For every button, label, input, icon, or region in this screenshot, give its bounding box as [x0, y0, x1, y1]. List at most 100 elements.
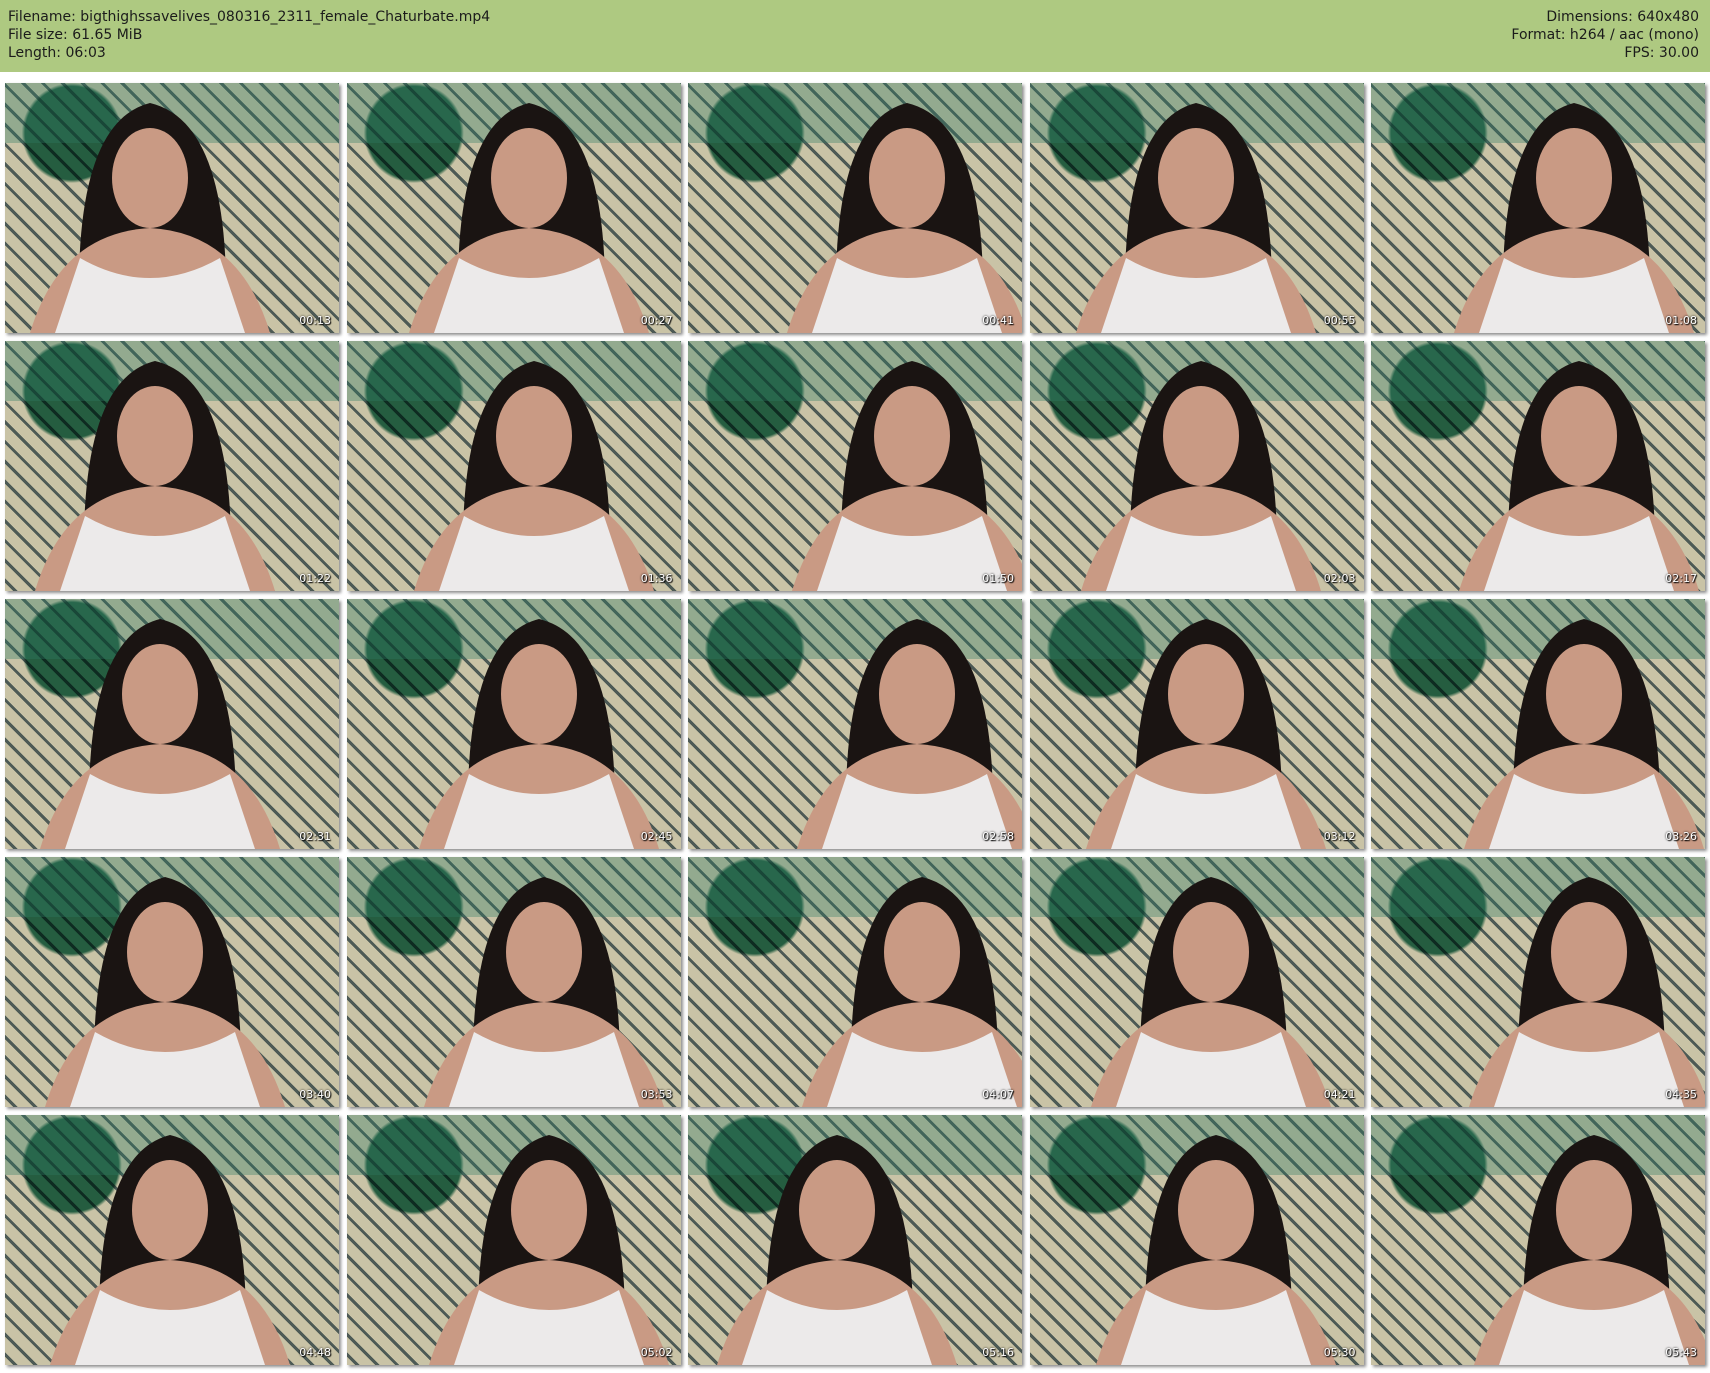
face-shape [1172, 902, 1249, 1002]
video-thumbnail: 04:07 [688, 857, 1022, 1107]
video-thumbnail: 04:35 [1371, 857, 1705, 1107]
face-shape [1536, 128, 1612, 228]
frame-art [5, 857, 339, 1107]
frame-art [688, 341, 1022, 591]
face-shape [495, 386, 572, 486]
timestamp-label: 05:16 [982, 1346, 1014, 1359]
face-shape [1167, 644, 1244, 744]
video-thumbnail: 03:26 [1371, 599, 1705, 849]
timestamp-label: 02:03 [1323, 572, 1356, 585]
video-thumbnail: 02:17 [1371, 341, 1705, 591]
timestamp-label: 00:55 [1323, 314, 1356, 327]
video-thumbnail: 03:40 [5, 857, 339, 1107]
filename-text: Filename: bigthighssavelives_080316_2311… [8, 9, 491, 25]
face-shape [122, 644, 198, 744]
frame-art [346, 341, 681, 591]
length-text: Length: 06:03 [8, 45, 106, 61]
timestamp-label: 02:31 [299, 830, 331, 843]
frame-art [5, 599, 339, 849]
fps-text: FPS: 30.00 [1624, 45, 1699, 61]
timestamp-label: 05:30 [1323, 1346, 1356, 1359]
timestamp-label: 05:02 [640, 1346, 673, 1359]
video-thumbnail: 01:22 [5, 341, 339, 591]
frame-art [346, 1115, 681, 1365]
timestamp-label: 00:27 [640, 314, 673, 327]
frame-art [688, 857, 1022, 1107]
video-thumbnail: 00:13 [5, 83, 339, 333]
timestamp-label: 03:12 [1323, 830, 1356, 843]
dimensions-text: Dimensions: 640x480 [1546, 9, 1699, 25]
face-shape [1556, 1160, 1632, 1260]
timestamp-label: 00:41 [982, 314, 1014, 327]
frame-art [1371, 1115, 1705, 1365]
frame-art [1029, 83, 1364, 333]
timestamp-label: 02:45 [640, 830, 673, 843]
timestamp-label: 01:22 [299, 572, 331, 585]
face-shape [490, 128, 567, 228]
timestamp-label: 02:17 [1665, 572, 1697, 585]
face-shape [112, 128, 188, 228]
frame-art [1029, 341, 1364, 591]
timestamp-label: 00:13 [299, 314, 331, 327]
timestamp-label: 04:07 [982, 1088, 1014, 1101]
timestamp-label: 04:35 [1665, 1088, 1697, 1101]
video-thumbnail: 02:45 [346, 599, 681, 849]
video-thumbnail: 02:58 [688, 599, 1022, 849]
face-shape [117, 386, 193, 486]
tapestry-band [1371, 1115, 1705, 1175]
video-thumbnail: 01:36 [346, 341, 681, 591]
video-thumbnail: 02:03 [1029, 341, 1364, 591]
frame-art [1371, 341, 1705, 591]
face-shape [500, 644, 577, 744]
tapestry-band [1371, 599, 1705, 659]
frame-art [1371, 857, 1705, 1107]
video-thumbnail: 01:50 [688, 341, 1022, 591]
frame-art [688, 83, 1022, 333]
video-thumbnail: 05:16 [688, 1115, 1022, 1365]
frame-art [688, 599, 1022, 849]
timestamp-label: 03:26 [1665, 830, 1697, 843]
face-shape [505, 902, 582, 1002]
info-header: Filename: bigthighssavelives_080316_2311… [0, 0, 1710, 72]
face-shape [799, 1160, 875, 1260]
video-thumbnail: 00:27 [346, 83, 681, 333]
timestamp-label: 03:53 [640, 1088, 673, 1101]
timestamp-label: 05:43 [1665, 1346, 1697, 1359]
face-shape [127, 902, 203, 1002]
face-shape [1541, 386, 1617, 486]
video-thumbnail: 05:02 [346, 1115, 681, 1365]
video-thumbnail: 01:08 [1371, 83, 1705, 333]
face-shape [1551, 902, 1627, 1002]
video-thumbnail: 02:31 [5, 599, 339, 849]
stream-info: Dimensions: 640x480 Format: h264 / aac (… [1511, 8, 1699, 62]
face-shape [510, 1160, 587, 1260]
frame-art [346, 83, 681, 333]
timestamp-label: 01:08 [1665, 314, 1697, 327]
filesize-text: File size: 61.65 MiB [8, 27, 143, 43]
face-shape [879, 644, 955, 744]
frame-art [1371, 599, 1705, 849]
timestamp-label: 01:50 [982, 572, 1014, 585]
frame-art [688, 1115, 1022, 1365]
face-shape [869, 128, 945, 228]
frame-art [1029, 599, 1364, 849]
frame-art [1371, 83, 1705, 333]
video-thumbnail: 05:30 [1029, 1115, 1364, 1365]
timestamp-label: 04:48 [299, 1346, 331, 1359]
video-thumbnail: 04:48 [5, 1115, 339, 1365]
frame-art [5, 341, 339, 591]
face-shape [1546, 644, 1622, 744]
frame-art [346, 599, 681, 849]
timestamp-label: 04:21 [1323, 1088, 1356, 1101]
tapestry-band [688, 599, 1022, 659]
face-shape [132, 1160, 208, 1260]
thumbnail-grid: 00:13 00:27 00:41 00:55 01:08 01:22 01:3… [5, 83, 1705, 1365]
face-shape [1157, 128, 1234, 228]
file-info: Filename: bigthighssavelives_080316_2311… [8, 8, 490, 62]
tapestry-band [1371, 857, 1705, 917]
timestamp-label: 01:36 [640, 572, 673, 585]
tapestry-band [688, 341, 1022, 401]
face-shape [1177, 1160, 1254, 1260]
timestamp-label: 02:58 [982, 830, 1014, 843]
video-thumbnail: 03:53 [346, 857, 681, 1107]
